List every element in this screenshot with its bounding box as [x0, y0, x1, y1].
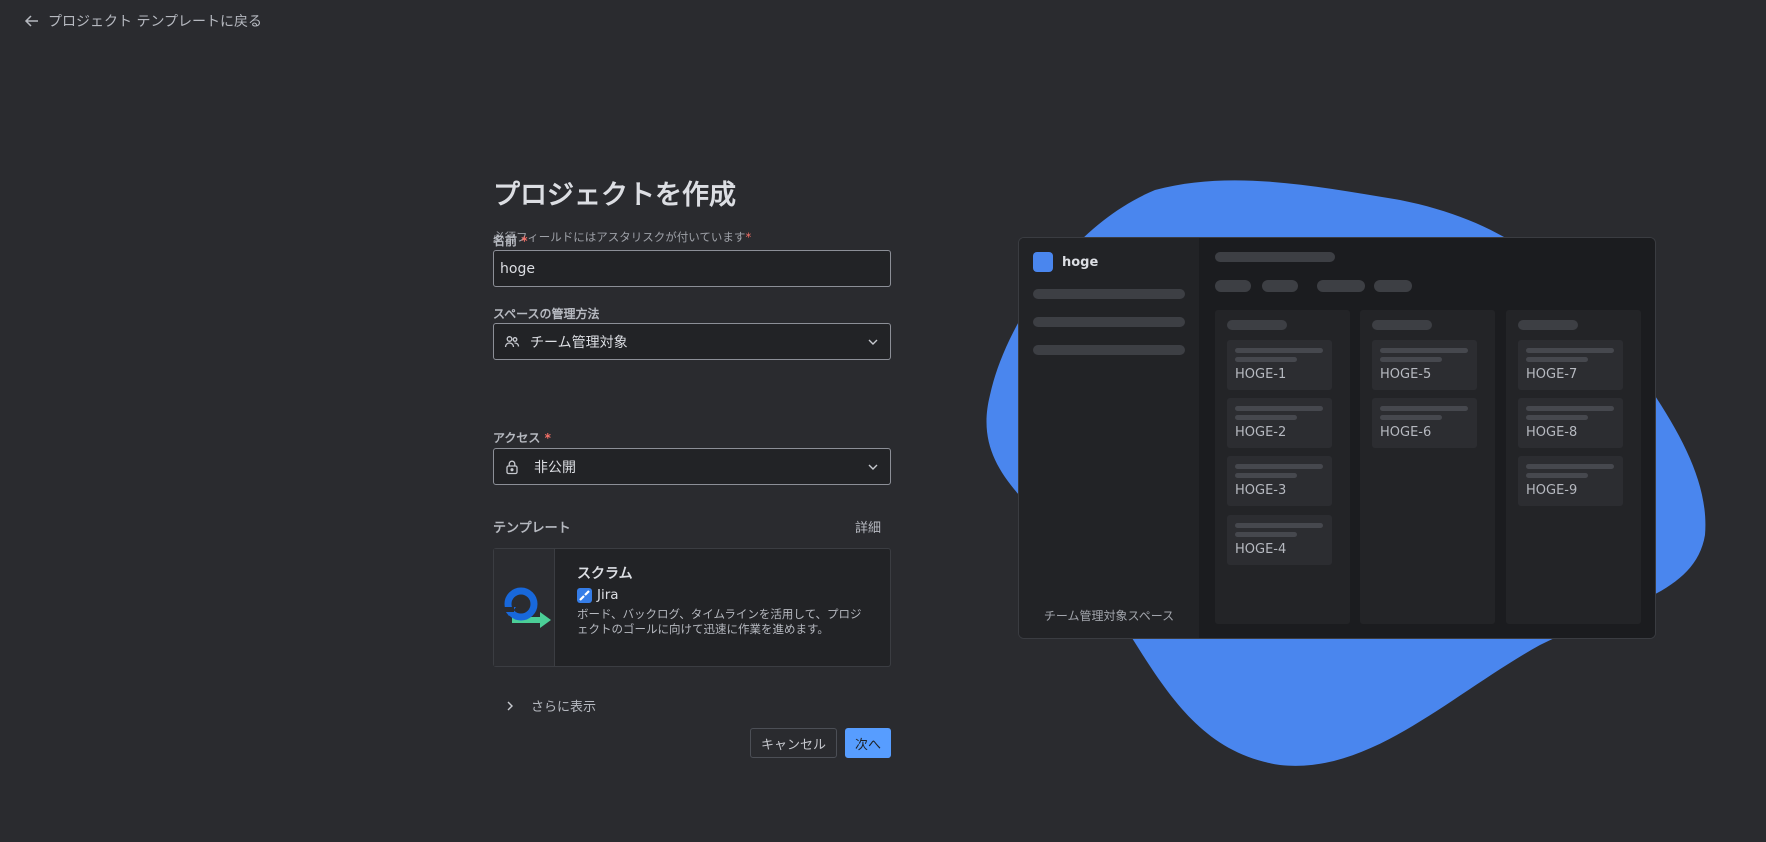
skeleton-line — [1033, 289, 1185, 299]
scrum-template-card[interactable]: スクラム Jira ボード、バックログ、タイムラインを活用して、プロジェクトのゴ… — [493, 548, 891, 667]
skeleton-pill — [1374, 280, 1412, 292]
jira-label: Jira — [597, 587, 619, 603]
chevron-down-icon — [868, 339, 878, 345]
jira-logo-icon — [577, 587, 592, 603]
name-label: 名前 * — [493, 234, 528, 248]
space-management-value: チーム管理対象 — [530, 334, 628, 351]
ticket-card: HOGE-5 — [1372, 340, 1477, 390]
preview-project: hoge — [1019, 238, 1199, 272]
required-note: 必須フィールドにはアスタリスクが付いています* — [493, 230, 752, 244]
skeleton-line — [1033, 317, 1185, 327]
board-column: HOGE-7 HOGE-8 HOGE-9 — [1506, 310, 1641, 624]
ticket-card: HOGE-9 — [1518, 456, 1623, 506]
skeleton-pill — [1262, 280, 1298, 292]
ticket-card: HOGE-7 — [1518, 340, 1623, 390]
lock-icon — [506, 460, 518, 474]
skeleton-pill — [1317, 280, 1365, 292]
space-management-label: スペースの管理方法 — [493, 307, 600, 321]
back-link-label: プロジェクト テンプレートに戻る — [48, 14, 263, 30]
people-icon — [504, 335, 520, 347]
skeleton-line — [1033, 345, 1185, 355]
skeleton-line — [1215, 252, 1335, 262]
show-more-label: さらに表示 — [531, 700, 597, 715]
ticket-card: HOGE-4 — [1227, 515, 1332, 565]
template-title: スクラム — [577, 566, 633, 582]
show-more-toggle[interactable]: さらに表示 — [503, 696, 596, 715]
preview-board: HOGE-1 HOGE-2 HOGE-3 HOGE-4 HOGE-5 HOGE-… — [1199, 238, 1655, 638]
access-label: アクセス * — [493, 431, 551, 445]
access-value: 非公開 — [534, 459, 576, 476]
next-button[interactable]: 次へ — [844, 728, 891, 758]
template-details-link[interactable]: 詳細 — [855, 517, 881, 536]
skeleton-pill — [1215, 280, 1251, 292]
form-actions: キャンセル 次へ — [493, 728, 891, 758]
project-avatar — [1033, 252, 1053, 272]
board-preview-window: hoge チーム管理対象スペース HOGE-1 HOGE-2 HOGE-3 HO… — [1018, 237, 1656, 639]
access-select[interactable]: 非公開 — [493, 448, 891, 485]
template-header: テンプレート 詳細 — [493, 517, 891, 536]
column-header-skeleton — [1518, 320, 1578, 330]
ticket-card: HOGE-8 — [1518, 398, 1623, 448]
jira-product: Jira — [577, 587, 868, 603]
ticket-card: HOGE-3 — [1227, 456, 1332, 506]
preview-sidebar: hoge チーム管理対象スペース — [1019, 238, 1199, 638]
column-header-skeleton — [1372, 320, 1432, 330]
ticket-card: HOGE-2 — [1227, 398, 1332, 448]
ticket-card: HOGE-1 — [1227, 340, 1332, 390]
board-column: HOGE-1 HOGE-2 HOGE-3 HOGE-4 — [1215, 310, 1350, 624]
name-input[interactable] — [494, 260, 890, 277]
template-heading: テンプレート — [493, 521, 571, 536]
page-title: プロジェクトを作成 — [493, 180, 736, 211]
back-to-templates-link[interactable]: プロジェクト テンプレートに戻る — [24, 11, 262, 31]
name-field[interactable] — [493, 250, 891, 287]
preview-space-label: チーム管理対象スペース — [1043, 609, 1175, 623]
cancel-button[interactable]: キャンセル — [749, 728, 837, 758]
ticket-card: HOGE-6 — [1372, 398, 1477, 448]
chevron-right-icon — [507, 701, 513, 710]
scrum-loop-icon — [500, 587, 551, 628]
scrum-illustration — [494, 549, 555, 666]
template-description: ボード、バックログ、タイムラインを活用して、プロジェクトのゴールに向けて迅速に作… — [577, 607, 862, 636]
preview-project-name: hoge — [1062, 254, 1099, 270]
board-column: HOGE-5 HOGE-6 — [1360, 310, 1495, 624]
arrow-left-icon — [24, 15, 38, 27]
chevron-down-icon — [868, 464, 878, 470]
column-header-skeleton — [1227, 320, 1287, 330]
space-management-select[interactable]: チーム管理対象 — [493, 323, 891, 360]
create-project-form: プロジェクトを作成 必須フィールドにはアスタリスクが付いています* 名前 * ス… — [493, 178, 893, 758]
